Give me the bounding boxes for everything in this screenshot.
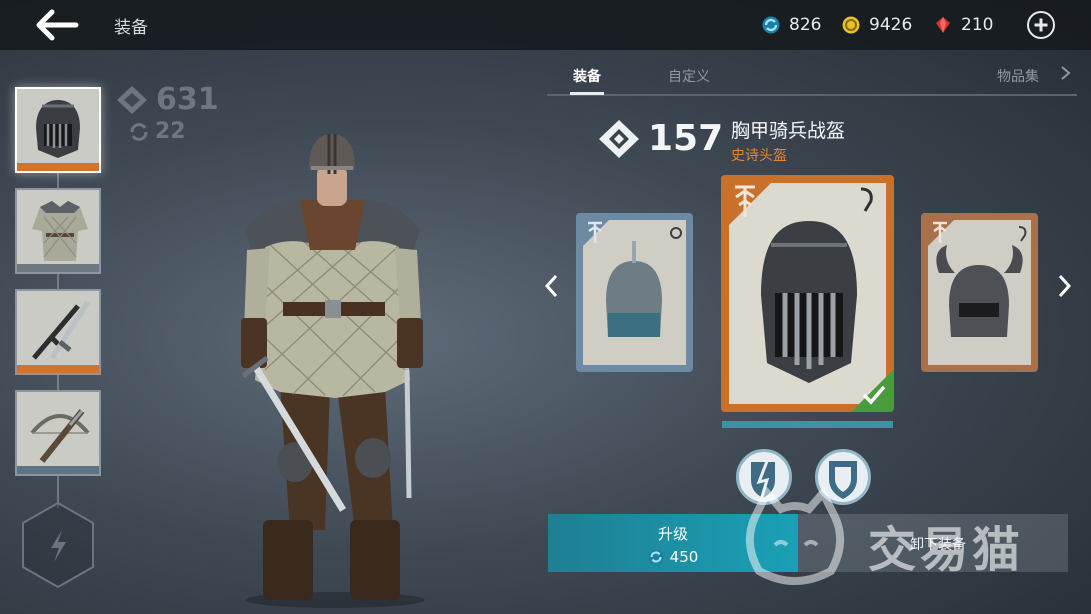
back-arrow-icon[interactable] bbox=[34, 8, 82, 42]
character-stats: 631 22 bbox=[116, 82, 219, 144]
gold-value: 9426 bbox=[869, 15, 913, 35]
gold-counter: 9426 bbox=[842, 15, 912, 35]
tab-customize[interactable]: 自定义 bbox=[668, 66, 710, 86]
lightning-hexagon-icon bbox=[22, 501, 94, 589]
item-level-bar bbox=[722, 421, 893, 428]
upgrade-token-counter: 826 bbox=[762, 15, 821, 35]
upgrade-cost-value: 450 bbox=[669, 548, 699, 566]
top-bar: 装备 826 9426 210 bbox=[0, 0, 1091, 50]
crossbow-icon bbox=[30, 409, 90, 463]
item-card-left[interactable] bbox=[576, 213, 693, 372]
chevron-right-icon[interactable] bbox=[1054, 272, 1074, 300]
gem-counter: 210 bbox=[934, 15, 993, 35]
slot-weapons[interactable] bbox=[15, 289, 101, 375]
upgrade-cycle-icon bbox=[130, 122, 148, 141]
slot-rarity-bar bbox=[17, 365, 99, 373]
item-name: 胸甲骑兵战盔 bbox=[731, 120, 846, 142]
cyan-upgrade-token-icon bbox=[762, 16, 780, 34]
chevron-right-icon[interactable] bbox=[1059, 65, 1073, 81]
add-currency-icon[interactable] bbox=[1027, 11, 1055, 39]
helmet-icon bbox=[36, 100, 80, 158]
item-power-value: 157 bbox=[648, 118, 724, 159]
gem-value: 210 bbox=[961, 15, 994, 35]
armor-icon bbox=[32, 201, 88, 261]
item-card-center[interactable] bbox=[721, 175, 894, 412]
swords-icon bbox=[32, 300, 91, 360]
power-diamond-icon bbox=[599, 119, 639, 158]
cyan-upgrade-token-icon bbox=[648, 549, 664, 565]
red-gem-icon bbox=[936, 17, 950, 33]
slot-ranged[interactable] bbox=[15, 390, 101, 476]
item-type: 史诗头盔 bbox=[731, 148, 787, 164]
watermark-text: 交易猫 bbox=[868, 522, 1025, 578]
slot-rarity-bar bbox=[17, 466, 99, 474]
slot-helmet[interactable] bbox=[15, 87, 101, 173]
power-diamond-icon bbox=[117, 85, 147, 114]
item-card-right[interactable] bbox=[921, 213, 1038, 372]
upgrade-token-value: 826 bbox=[789, 15, 822, 35]
tab-equipment[interactable]: 装备 bbox=[570, 66, 604, 95]
character-model bbox=[225, 130, 440, 610]
item-power: 157 bbox=[598, 118, 723, 159]
page-title: 装备 bbox=[114, 18, 148, 38]
chevron-left-icon[interactable] bbox=[542, 272, 562, 300]
slot-rarity-bar bbox=[17, 163, 99, 171]
slot-rarity-bar bbox=[17, 264, 99, 272]
equipment-tabs: 装备 自定义 物品集 bbox=[547, 62, 1077, 96]
tab-item-sets[interactable]: 物品集 bbox=[997, 66, 1039, 86]
character-upgrade-count: 22 bbox=[155, 119, 186, 144]
slot-armor[interactable] bbox=[15, 188, 101, 274]
boost-slot[interactable] bbox=[19, 500, 97, 590]
gold-coin-icon bbox=[842, 16, 860, 34]
character-power: 631 bbox=[156, 82, 219, 117]
